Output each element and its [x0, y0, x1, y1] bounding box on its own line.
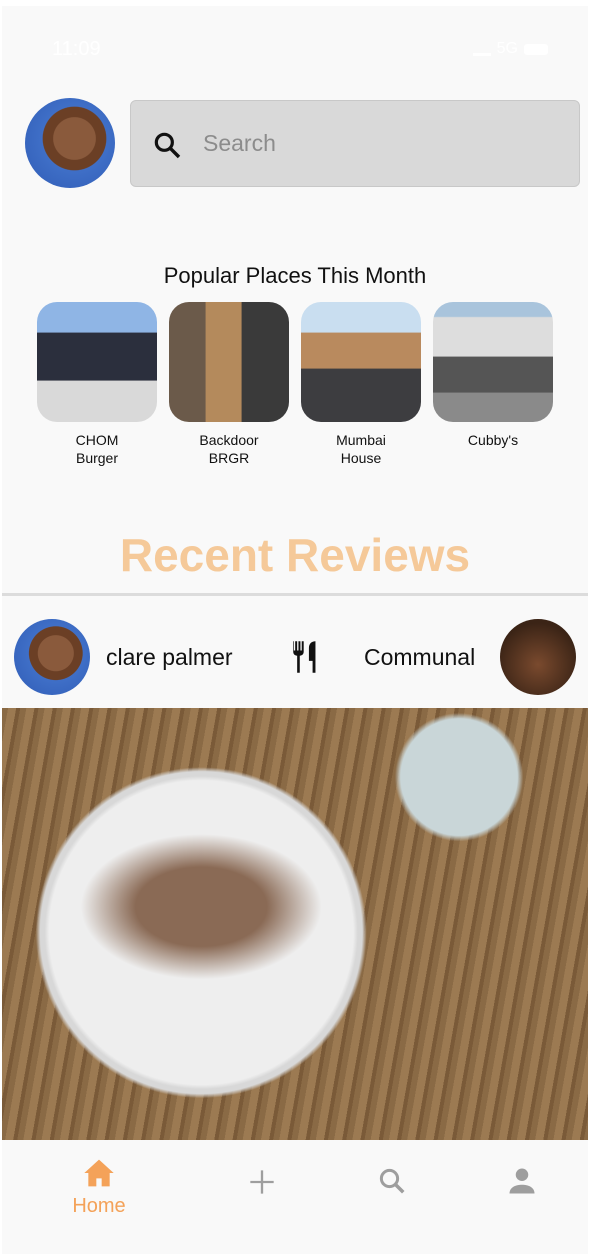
place-name: Cubby's — [467, 432, 519, 448]
nav-search[interactable] — [352, 1166, 432, 1201]
place-name: BRGR — [208, 450, 250, 466]
fork-knife-icon — [293, 641, 316, 673]
bottom-nav: Home — [2, 1140, 588, 1254]
status-indicators: 5G — [472, 40, 548, 58]
review-photo[interactable] — [2, 708, 588, 1140]
search-icon — [154, 132, 181, 159]
signal-icon — [472, 43, 491, 56]
nav-home[interactable]: Home — [59, 1158, 139, 1218]
place-name: CHOM — [75, 432, 119, 448]
place-name: Mumbai — [336, 432, 386, 448]
place-name: House — [340, 450, 382, 466]
search-icon — [379, 1168, 405, 1194]
home-screen: 11:09 5G Search Popular Places This Mont… — [2, 6, 588, 1254]
restaurant-avatar[interactable] — [500, 619, 576, 695]
reviewer-avatar[interactable] — [14, 619, 90, 695]
status-time: 11:09 — [52, 38, 101, 60]
search-bar[interactable]: Search — [130, 100, 580, 187]
place-name: Backdoor — [199, 432, 259, 448]
place-label[interactable]: CHOM Burger — [37, 431, 157, 467]
place-card-backdoor[interactable] — [169, 302, 289, 422]
network-label: 5G — [496, 40, 518, 57]
search-input[interactable]: Search — [203, 130, 276, 157]
nav-home-label: Home — [72, 1195, 126, 1217]
place-card-chom[interactable] — [37, 302, 157, 422]
home-icon — [84, 1159, 114, 1187]
place-card-cubbys[interactable] — [433, 302, 553, 422]
recent-reviews-title: Recent Reviews — [119, 529, 471, 581]
divider — [2, 593, 588, 596]
place-label[interactable]: Backdoor BRGR — [169, 431, 289, 467]
battery-icon — [524, 43, 548, 55]
nav-add[interactable] — [222, 1168, 302, 1201]
profile-avatar[interactable] — [25, 98, 115, 188]
place-label[interactable]: Mumbai House — [301, 431, 421, 467]
place-name: Burger — [75, 450, 119, 466]
place-card-mumbai[interactable] — [301, 302, 421, 422]
place-label[interactable]: Cubby's — [433, 431, 553, 449]
person-icon — [509, 1168, 535, 1194]
nav-profile[interactable] — [482, 1166, 562, 1201]
reviewer-name[interactable]: clare palmer — [106, 644, 233, 671]
restaurant-name[interactable]: Communal — [364, 644, 475, 671]
popular-title: Popular Places This Month — [163, 263, 427, 288]
plus-icon — [250, 1170, 274, 1194]
